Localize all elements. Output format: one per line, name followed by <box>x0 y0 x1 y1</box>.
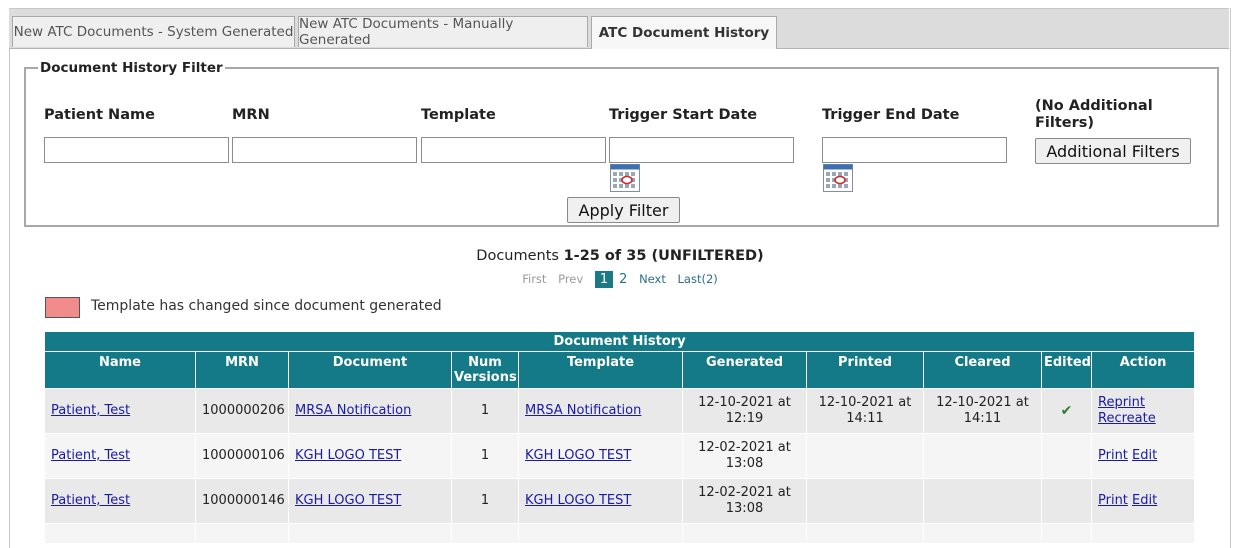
column-header-cleared: Cleared <box>923 351 1042 389</box>
tab-bar: New ATC Documents - System Generated New… <box>9 8 1229 49</box>
tab-document-history[interactable]: ATC Document History <box>591 16 777 49</box>
patient-name-label: Patient Name <box>44 107 155 123</box>
trigger-end-date-label: Trigger End Date <box>822 107 960 123</box>
generated-cell: 12-10-2021 at 12:19 <box>682 388 807 434</box>
printed-cell <box>806 478 924 524</box>
cleared-cell <box>923 478 1042 524</box>
no-additional-filters-text-2: Filters) <box>1035 115 1095 131</box>
mrn-label: MRN <box>232 107 270 123</box>
edited-cell <box>1041 478 1092 524</box>
template-input[interactable] <box>421 137 606 163</box>
patient-name-link[interactable]: Patient, Test <box>51 403 130 418</box>
document-history-table: Document History Name MRN Document Num V… <box>43 331 1196 544</box>
pager-current-page: 1 <box>594 271 614 288</box>
apply-filter-button[interactable]: Apply Filter <box>567 197 680 223</box>
documents-summary: Documents 1-25 of 35 (UNFILTERED) <box>0 248 1234 264</box>
template-link[interactable]: KGH LOGO TEST <box>525 448 631 463</box>
num-versions-cell: 1 <box>451 478 519 524</box>
pager-next[interactable]: Next <box>639 272 666 286</box>
trigger-start-date-label: Trigger Start Date <box>609 107 758 123</box>
column-header-name: Name <box>44 351 196 389</box>
summary-range: 1-25 of 35 (UNFILTERED) <box>563 248 764 264</box>
column-header-document: Document <box>288 351 452 389</box>
changed-template-legend: Template has changed since document gene… <box>91 298 442 314</box>
column-header-template: Template <box>518 351 683 389</box>
table-row: Patient, Test 1000000106 KGH LOGO TEST 1… <box>44 433 1196 479</box>
changed-template-swatch <box>45 297 80 318</box>
table-row: Patient, Test 1000000206 MRSA Notificati… <box>44 388 1196 434</box>
trigger-start-date-input[interactable] <box>609 137 794 163</box>
column-header-generated: Generated <box>682 351 807 389</box>
document-link[interactable]: KGH LOGO TEST <box>295 493 401 508</box>
template-link[interactable]: MRSA Notification <box>525 403 641 418</box>
trigger-end-date-input[interactable] <box>822 137 1007 163</box>
calendar-icon[interactable] <box>610 164 640 192</box>
tab-manually-generated[interactable]: New ATC Documents - Manually Generated <box>298 16 588 48</box>
no-additional-filters-text-1: (No Additional <box>1035 98 1153 114</box>
summary-prefix: Documents <box>476 248 559 264</box>
generated-cell: 12-02-2021 at 13:08 <box>682 478 807 524</box>
cleared-cell <box>923 433 1042 479</box>
column-header-num-versions: Num Versions <box>451 351 519 389</box>
edit-link[interactable]: Edit <box>1132 493 1157 508</box>
patient-name-link[interactable]: Patient, Test <box>51 493 130 508</box>
table-row: Patient, Test 1000000146 KGH LOGO TEST 1… <box>44 478 1196 524</box>
printed-cell: 12-10-2021 at 14:11 <box>806 388 924 434</box>
patient-name-link[interactable]: Patient, Test <box>51 448 130 463</box>
column-header-mrn: MRN <box>195 351 289 389</box>
num-versions-cell: 1 <box>451 433 519 479</box>
document-history-filter: Document History Filter Patient Name MRN… <box>24 60 1219 227</box>
template-label: Template <box>421 107 496 123</box>
pager-prev: Prev <box>558 272 584 286</box>
edited-cell <box>1041 433 1092 479</box>
table-caption: Document History <box>43 331 1196 352</box>
calendar-icon[interactable] <box>823 164 853 192</box>
mrn-cell: 1000000146 <box>195 478 289 524</box>
cleared-cell: 12-10-2021 at 14:11 <box>923 388 1042 434</box>
print-link[interactable]: Print <box>1098 493 1128 508</box>
pager-first: First <box>522 272 547 286</box>
num-versions-cell: 1 <box>451 388 519 434</box>
mrn-cell: 1000000106 <box>195 433 289 479</box>
reprint-link[interactable]: Reprint <box>1098 395 1145 410</box>
mrn-cell: 1000000206 <box>195 388 289 434</box>
pagination: First Prev 12 Next Last(2) <box>0 271 1234 288</box>
print-link[interactable]: Print <box>1098 448 1128 463</box>
generated-cell: 12-02-2021 at 13:08 <box>682 433 807 479</box>
document-link[interactable]: KGH LOGO TEST <box>295 448 401 463</box>
column-header-action: Action <box>1090 351 1196 389</box>
template-link[interactable]: KGH LOGO TEST <box>525 493 631 508</box>
document-link[interactable]: MRSA Notification <box>295 403 411 418</box>
tab-system-generated[interactable]: New ATC Documents - System Generated <box>12 16 295 47</box>
recreate-link[interactable]: Recreate <box>1098 411 1156 426</box>
column-header-printed: Printed <box>806 351 924 389</box>
filter-legend: Document History Filter <box>40 60 223 76</box>
edit-link[interactable]: Edit <box>1132 448 1157 463</box>
patient-name-input[interactable] <box>44 137 229 163</box>
mrn-input[interactable] <box>232 137 417 163</box>
column-header-edited: Edited <box>1041 351 1092 389</box>
pager-last[interactable]: Last(2) <box>678 272 718 286</box>
pager-page-2[interactable]: 2 <box>619 272 627 287</box>
checkmark-icon: ✔ <box>1060 402 1073 419</box>
printed-cell <box>806 433 924 479</box>
additional-filters-button[interactable]: Additional Filters <box>1035 138 1191 164</box>
